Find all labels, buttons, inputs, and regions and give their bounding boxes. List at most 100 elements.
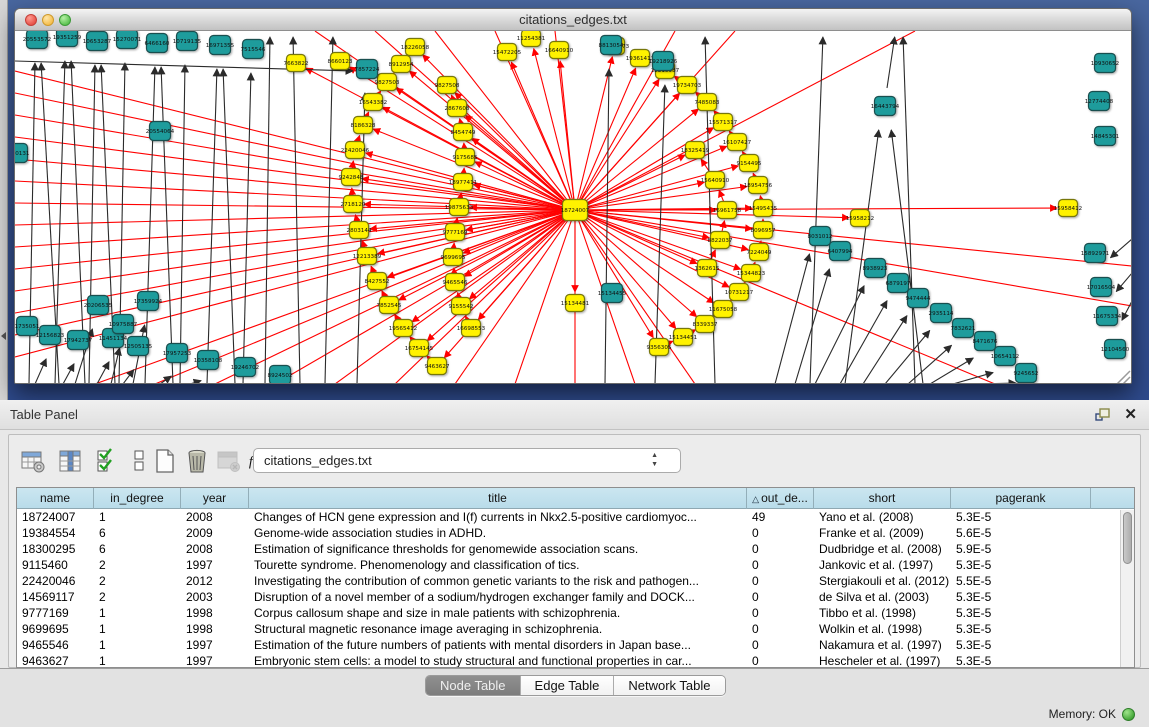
graph-node[interactable]: 19218926: [649, 52, 678, 71]
graph-node[interactable]: 8938923: [863, 259, 888, 278]
graph-node[interactable]: 2867608: [445, 100, 470, 117]
graph-node[interactable]: 8924502: [268, 366, 293, 385]
tab-network-table[interactable]: Network Table: [614, 676, 724, 696]
graph-node[interactable]: 14845301: [1091, 127, 1120, 146]
tab-node-table[interactable]: Node Table: [426, 676, 521, 696]
graph-node[interactable]: 8031012: [808, 227, 833, 246]
graph-node[interactable]: 6466160: [145, 34, 170, 53]
graph-node[interactable]: 22420046: [341, 142, 370, 159]
graph-node[interactable]: 15640910: [701, 172, 730, 189]
graph-node[interactable]: 17942737: [64, 331, 93, 350]
graph-node[interactable]: 18954756: [744, 177, 773, 194]
graph-node[interactable]: 8471676: [973, 332, 998, 351]
delete-table-icon[interactable]: [215, 447, 243, 475]
vertical-scrollbar[interactable]: [1120, 510, 1134, 667]
graph-node[interactable]: 12156823: [36, 326, 65, 345]
graph-node[interactable]: 9474444: [906, 289, 931, 308]
graph-node[interactable]: 16698553: [457, 320, 486, 337]
table-row[interactable]: 946554611997Estimation of the future num…: [17, 638, 1120, 654]
network-canvas[interactable]: 1872400718226058891295498275031654338281…: [15, 31, 1132, 384]
canvas-resize-grip[interactable]: [1117, 371, 1130, 384]
graph-node[interactable]: 9463627: [425, 358, 450, 375]
graph-node[interactable]: 7857224: [355, 60, 380, 79]
graph-node[interactable]: 20554064: [146, 122, 175, 141]
graph-node[interactable]: 10654112: [991, 347, 1019, 366]
table-row[interactable]: 1456911722003Disruption of a novel membe…: [17, 590, 1120, 606]
column-header-title[interactable]: title: [249, 488, 747, 509]
graph-node[interactable]: 8822037: [708, 232, 733, 249]
graph-node[interactable]: 6879197: [886, 274, 911, 293]
graph-node[interactable]: 16961758: [713, 202, 742, 219]
column-header-year[interactable]: year: [181, 488, 249, 509]
table-row[interactable]: 969969511998Structural magnetic resonanc…: [17, 622, 1120, 638]
graph-node[interactable]: 8813054: [599, 36, 624, 55]
delete-column-icon[interactable]: [183, 447, 211, 475]
graph-node[interactable]: 9827508: [435, 77, 460, 94]
graph-node[interactable]: 8339337: [693, 316, 718, 333]
graph-node[interactable]: 8912954: [389, 56, 414, 73]
graph-node[interactable]: 15495435: [749, 200, 778, 217]
graph-node[interactable]: 7515546: [241, 40, 266, 59]
graph-node[interactable]: 15958412: [1054, 200, 1082, 217]
graph-node[interactable]: 17957253: [163, 344, 192, 363]
graph-node[interactable]: 12505135: [124, 337, 153, 356]
graph-node[interactable]: 20206535: [84, 296, 113, 315]
graph-node[interactable]: 7832621: [951, 319, 976, 338]
graph-node[interactable]: 6407994: [828, 242, 853, 261]
graph-node[interactable]: 16107427: [723, 134, 752, 151]
graph-node[interactable]: 2935114: [929, 304, 954, 323]
graph-node[interactable]: 19734703: [673, 77, 702, 94]
column-header-short[interactable]: short: [814, 488, 951, 509]
new-column-icon[interactable]: [151, 447, 179, 475]
graph-node[interactable]: 11254381: [517, 31, 546, 47]
column-visibility-icon[interactable]: [56, 447, 84, 475]
table-settings-icon[interactable]: [19, 447, 47, 475]
column-header-out_de[interactable]: △out_de...: [747, 488, 814, 509]
deselect-all-icon[interactable]: [125, 447, 153, 475]
graph-node[interactable]: 1362615: [695, 260, 720, 277]
graph-node[interactable]: 8660123: [328, 53, 353, 70]
graph-node[interactable]: 10719135: [173, 32, 202, 51]
graph-node[interactable]: 9356305: [647, 339, 672, 356]
graph-node[interactable]: 7852545: [377, 297, 402, 314]
graph-node[interactable]: 8096957: [751, 222, 776, 239]
graph-node[interactable]: 12104560: [1101, 340, 1130, 359]
graph-node[interactable]: 9155542: [449, 298, 474, 315]
table-row[interactable]: 911546021997Tourette syndrome. Phenomeno…: [17, 558, 1120, 574]
graph-node[interactable]: 15134455: [598, 284, 627, 303]
table-row[interactable]: 1938455462009Genome-wide association stu…: [17, 526, 1120, 542]
graph-node[interactable]: 2718120: [341, 196, 366, 213]
graph-node[interactable]: 9242848: [339, 169, 364, 186]
float-panel-icon[interactable]: [1095, 407, 1111, 422]
graph-node[interactable]: 9465546: [443, 274, 468, 291]
graph-node[interactable]: 12774408: [1085, 92, 1114, 111]
graph-node[interactable]: 18226058: [401, 39, 430, 56]
table-row[interactable]: 1872400712008Changes of HCN gene express…: [17, 510, 1120, 526]
close-panel-icon[interactable]: ✕: [1124, 405, 1137, 423]
table-row[interactable]: 946362711997Embryonic stem cells: a mode…: [17, 654, 1120, 668]
network-view-window[interactable]: citations_edges.txt 1872400718: [14, 8, 1132, 384]
graph-node[interactable]: 16754145: [405, 340, 434, 357]
table-row[interactable]: 2242004622012Investigating the contribut…: [17, 574, 1120, 590]
graph-node[interactable]: 2803144: [347, 222, 372, 239]
graph-node[interactable]: 15134481: [561, 295, 590, 312]
graph-node[interactable]: 16640910: [545, 42, 574, 59]
graph-node[interactable]: 20553572: [23, 31, 51, 49]
graph-node[interactable]: 15270071: [113, 31, 142, 49]
graph-node[interactable]: 9777169: [443, 224, 468, 241]
graph-node[interactable]: 19351259: [53, 31, 82, 47]
graph-node[interactable]: 17016504: [1087, 278, 1116, 297]
window-titlebar[interactable]: citations_edges.txt: [15, 9, 1131, 31]
table-row[interactable]: 977716911998Corpus callosum shape and si…: [17, 606, 1120, 622]
select-all-icon[interactable]: [93, 447, 121, 475]
graph-node[interactable]: 16971355: [206, 36, 235, 55]
citation-graph[interactable]: 1872400718226058891295498275031654338281…: [15, 31, 1132, 384]
graph-node[interactable]: 15892971: [1081, 244, 1110, 263]
graph-node[interactable]: 9245652: [1014, 364, 1039, 383]
graph-node[interactable]: 9827503: [375, 74, 400, 91]
graph-node[interactable]: 7663822: [284, 55, 309, 72]
graph-node[interactable]: 9175685: [453, 149, 478, 166]
graph-node[interactable]: 15958212: [846, 210, 874, 227]
graph-node[interactable]: 10930652: [1091, 54, 1119, 73]
graph-node[interactable]: 11675334: [1093, 307, 1122, 326]
